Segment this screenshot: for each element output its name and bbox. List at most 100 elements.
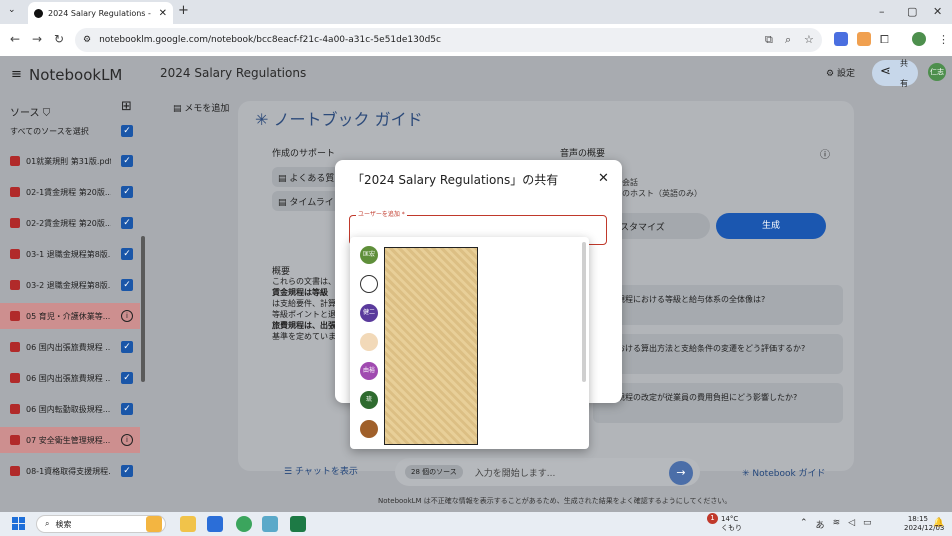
- user-avatar[interactable]: 仁志: [928, 63, 946, 81]
- maximize-button[interactable]: ▢: [907, 5, 917, 18]
- sidebar-scrollbar[interactable]: [141, 236, 145, 382]
- user-avatar[interactable]: 匡宏: [360, 246, 378, 264]
- app-icon[interactable]: [262, 516, 278, 532]
- source-checkbox[interactable]: ✓: [121, 186, 133, 198]
- widgets-icon[interactable]: [146, 516, 162, 532]
- ime-indicator[interactable]: あ: [816, 518, 825, 531]
- user-avatar[interactable]: 由裕: [360, 362, 378, 380]
- browser-tab[interactable]: 2024 Salary Regulations - Note ✕: [28, 2, 173, 24]
- notepad-icon[interactable]: [207, 516, 223, 532]
- add-source-icon[interactable]: ⊞: [121, 99, 132, 114]
- share-button[interactable]: ⋖ 共 有: [872, 59, 918, 88]
- user-avatar[interactable]: [360, 275, 378, 293]
- notification-bell-icon[interactable]: 🔔: [933, 518, 944, 528]
- suggested-question[interactable]: 賃金規程における等級と給与体系の全体像は?: [593, 285, 843, 325]
- source-item[interactable]: 02-1賃金規程 第20版...: [0, 179, 140, 205]
- menu-icon[interactable]: ≡: [11, 67, 22, 82]
- support-heading: 作成のサポート: [272, 149, 336, 159]
- volume-icon[interactable]: ◁: [848, 518, 855, 531]
- suggested-question[interactable]: 程における算出方法と支給条件の変遷をどう評価するか?: [593, 334, 843, 374]
- user-avatar[interactable]: [360, 333, 378, 351]
- minimize-button[interactable]: –: [879, 5, 885, 18]
- extension-icon[interactable]: [834, 32, 848, 46]
- source-item[interactable]: 07 安全衛生管理規程...: [0, 427, 140, 453]
- source-checkbox[interactable]: ✓: [121, 248, 133, 260]
- user-avatar[interactable]: 健二: [360, 304, 378, 322]
- doc-icon: ▤: [278, 174, 287, 184]
- timeline-chip[interactable]: ▤ タイムライ: [272, 191, 340, 211]
- generate-button[interactable]: 生成: [716, 213, 826, 239]
- new-tab-button[interactable]: +: [178, 3, 189, 18]
- notebook-guide-button[interactable]: ✳ Notebook ガイド: [742, 466, 826, 479]
- chevron-up-icon[interactable]: ⌃: [800, 518, 808, 531]
- notebooklm-favicon-icon: [34, 8, 43, 18]
- window-close-button[interactable]: ✕: [933, 5, 942, 18]
- dropdown-scrollbar[interactable]: [582, 242, 586, 382]
- chrome-icon[interactable]: [236, 516, 252, 532]
- source-item[interactable]: 08-1資格取得支援規程...: [0, 458, 140, 484]
- tab-close-button[interactable]: ✕: [159, 8, 167, 19]
- source-checkbox[interactable]: ✓: [121, 279, 133, 291]
- add-user-input[interactable]: [356, 222, 596, 238]
- app-logo[interactable]: NotebookLM: [29, 66, 122, 84]
- back-arrow-icon[interactable]: ←: [10, 32, 20, 46]
- user-avatar[interactable]: [360, 420, 378, 438]
- share-label-top: 共: [900, 59, 908, 68]
- chat-input[interactable]: 28 個のソース 入力を開始します...: [395, 458, 700, 486]
- source-item[interactable]: 06 国内出張旅費規程 ...: [0, 334, 140, 360]
- source-checkbox[interactable]: ✓: [121, 465, 133, 477]
- source-item[interactable]: 02-2賃金規程 第20版...: [0, 210, 140, 236]
- send-button[interactable]: →: [669, 461, 693, 485]
- extension-icon[interactable]: [857, 32, 871, 46]
- close-icon[interactable]: ✕: [598, 171, 609, 186]
- source-checkbox[interactable]: ✓: [121, 372, 133, 384]
- settings-button[interactable]: ⚙ 設定: [826, 66, 855, 79]
- source-checkbox[interactable]: ✓: [121, 217, 133, 229]
- source-item[interactable]: 06 国内転勤取扱規程...: [0, 396, 140, 422]
- install-app-icon[interactable]: ⧉: [765, 33, 773, 47]
- weather-widget[interactable]: 14°C くもり: [721, 515, 742, 533]
- source-label: 06 国内出張旅費規程 ...: [26, 342, 111, 352]
- tab-search-chevron-icon[interactable]: ⌄: [8, 5, 16, 15]
- pdf-icon: [10, 218, 20, 228]
- source-checkbox[interactable]: ✓: [121, 341, 133, 353]
- pdf-icon: [10, 373, 20, 383]
- source-error-info-icon[interactable]: i: [121, 434, 133, 446]
- zoom-icon[interactable]: ⌕: [785, 33, 791, 47]
- source-item[interactable]: 05 育児・介護休業等...: [0, 303, 140, 329]
- source-label: 02-1賃金規程 第20版...: [26, 187, 111, 197]
- clock[interactable]: 18:15 2024/12/03: [904, 515, 944, 533]
- address-bar[interactable]: ⚙ notebooklm.google.com/notebook/bcc8eac…: [75, 28, 822, 52]
- source-item[interactable]: 03-2 退職金規程第8版...: [0, 272, 140, 298]
- source-label: 03-1 退職金規程第8版...: [26, 249, 111, 259]
- site-settings-icon[interactable]: ⚙: [83, 35, 91, 45]
- faq-chip[interactable]: ▤ よくある質: [272, 167, 341, 187]
- sources-sidebar: ソース ⛉ ⊞ すべてのソースを選択 ✓ 01就業規則 第31版.pdf ✓ 02-…: [0, 91, 145, 512]
- file-explorer-icon[interactable]: [180, 516, 196, 532]
- reload-icon[interactable]: ↻: [54, 32, 64, 46]
- info-icon[interactable]: ⓘ: [820, 146, 830, 161]
- source-item[interactable]: 06 国内出張旅費規程 ...: [0, 365, 140, 391]
- notebook-title[interactable]: 2024 Salary Regulations: [160, 66, 306, 80]
- source-item[interactable]: 01就業規則 第31版.pdf: [0, 148, 140, 174]
- forward-arrow-icon[interactable]: →: [32, 32, 42, 46]
- source-error-info-icon[interactable]: i: [121, 310, 133, 322]
- share-label-bottom: 有: [900, 79, 908, 88]
- customize-button[interactable]: スタマイズ: [610, 213, 710, 239]
- profile-icon[interactable]: [912, 32, 926, 46]
- suggested-question[interactable]: 旅費規程の改定が従業員の費用負担にどう影響したか?: [593, 383, 843, 423]
- source-checkbox[interactable]: ✓: [121, 155, 133, 167]
- select-all-checkbox[interactable]: ✓: [121, 125, 133, 137]
- user-avatar[interactable]: 琉: [360, 391, 378, 409]
- source-checkbox[interactable]: ✓: [121, 403, 133, 415]
- add-memo-button[interactable]: ▤ メモを追加: [173, 101, 229, 114]
- excel-icon[interactable]: [290, 516, 306, 532]
- bookmark-star-icon[interactable]: ☆: [804, 33, 814, 46]
- wifi-icon[interactable]: ≋: [833, 518, 841, 531]
- extensions-puzzle-icon[interactable]: ⧠: [880, 33, 889, 47]
- windows-start-icon[interactable]: [12, 517, 26, 531]
- battery-icon[interactable]: ▭: [863, 518, 872, 531]
- browser-menu-icon[interactable]: ⋮: [938, 33, 949, 46]
- show-chat-button[interactable]: ☰ チャットを表示: [284, 464, 358, 477]
- source-item[interactable]: 03-1 退職金規程第8版...: [0, 241, 140, 267]
